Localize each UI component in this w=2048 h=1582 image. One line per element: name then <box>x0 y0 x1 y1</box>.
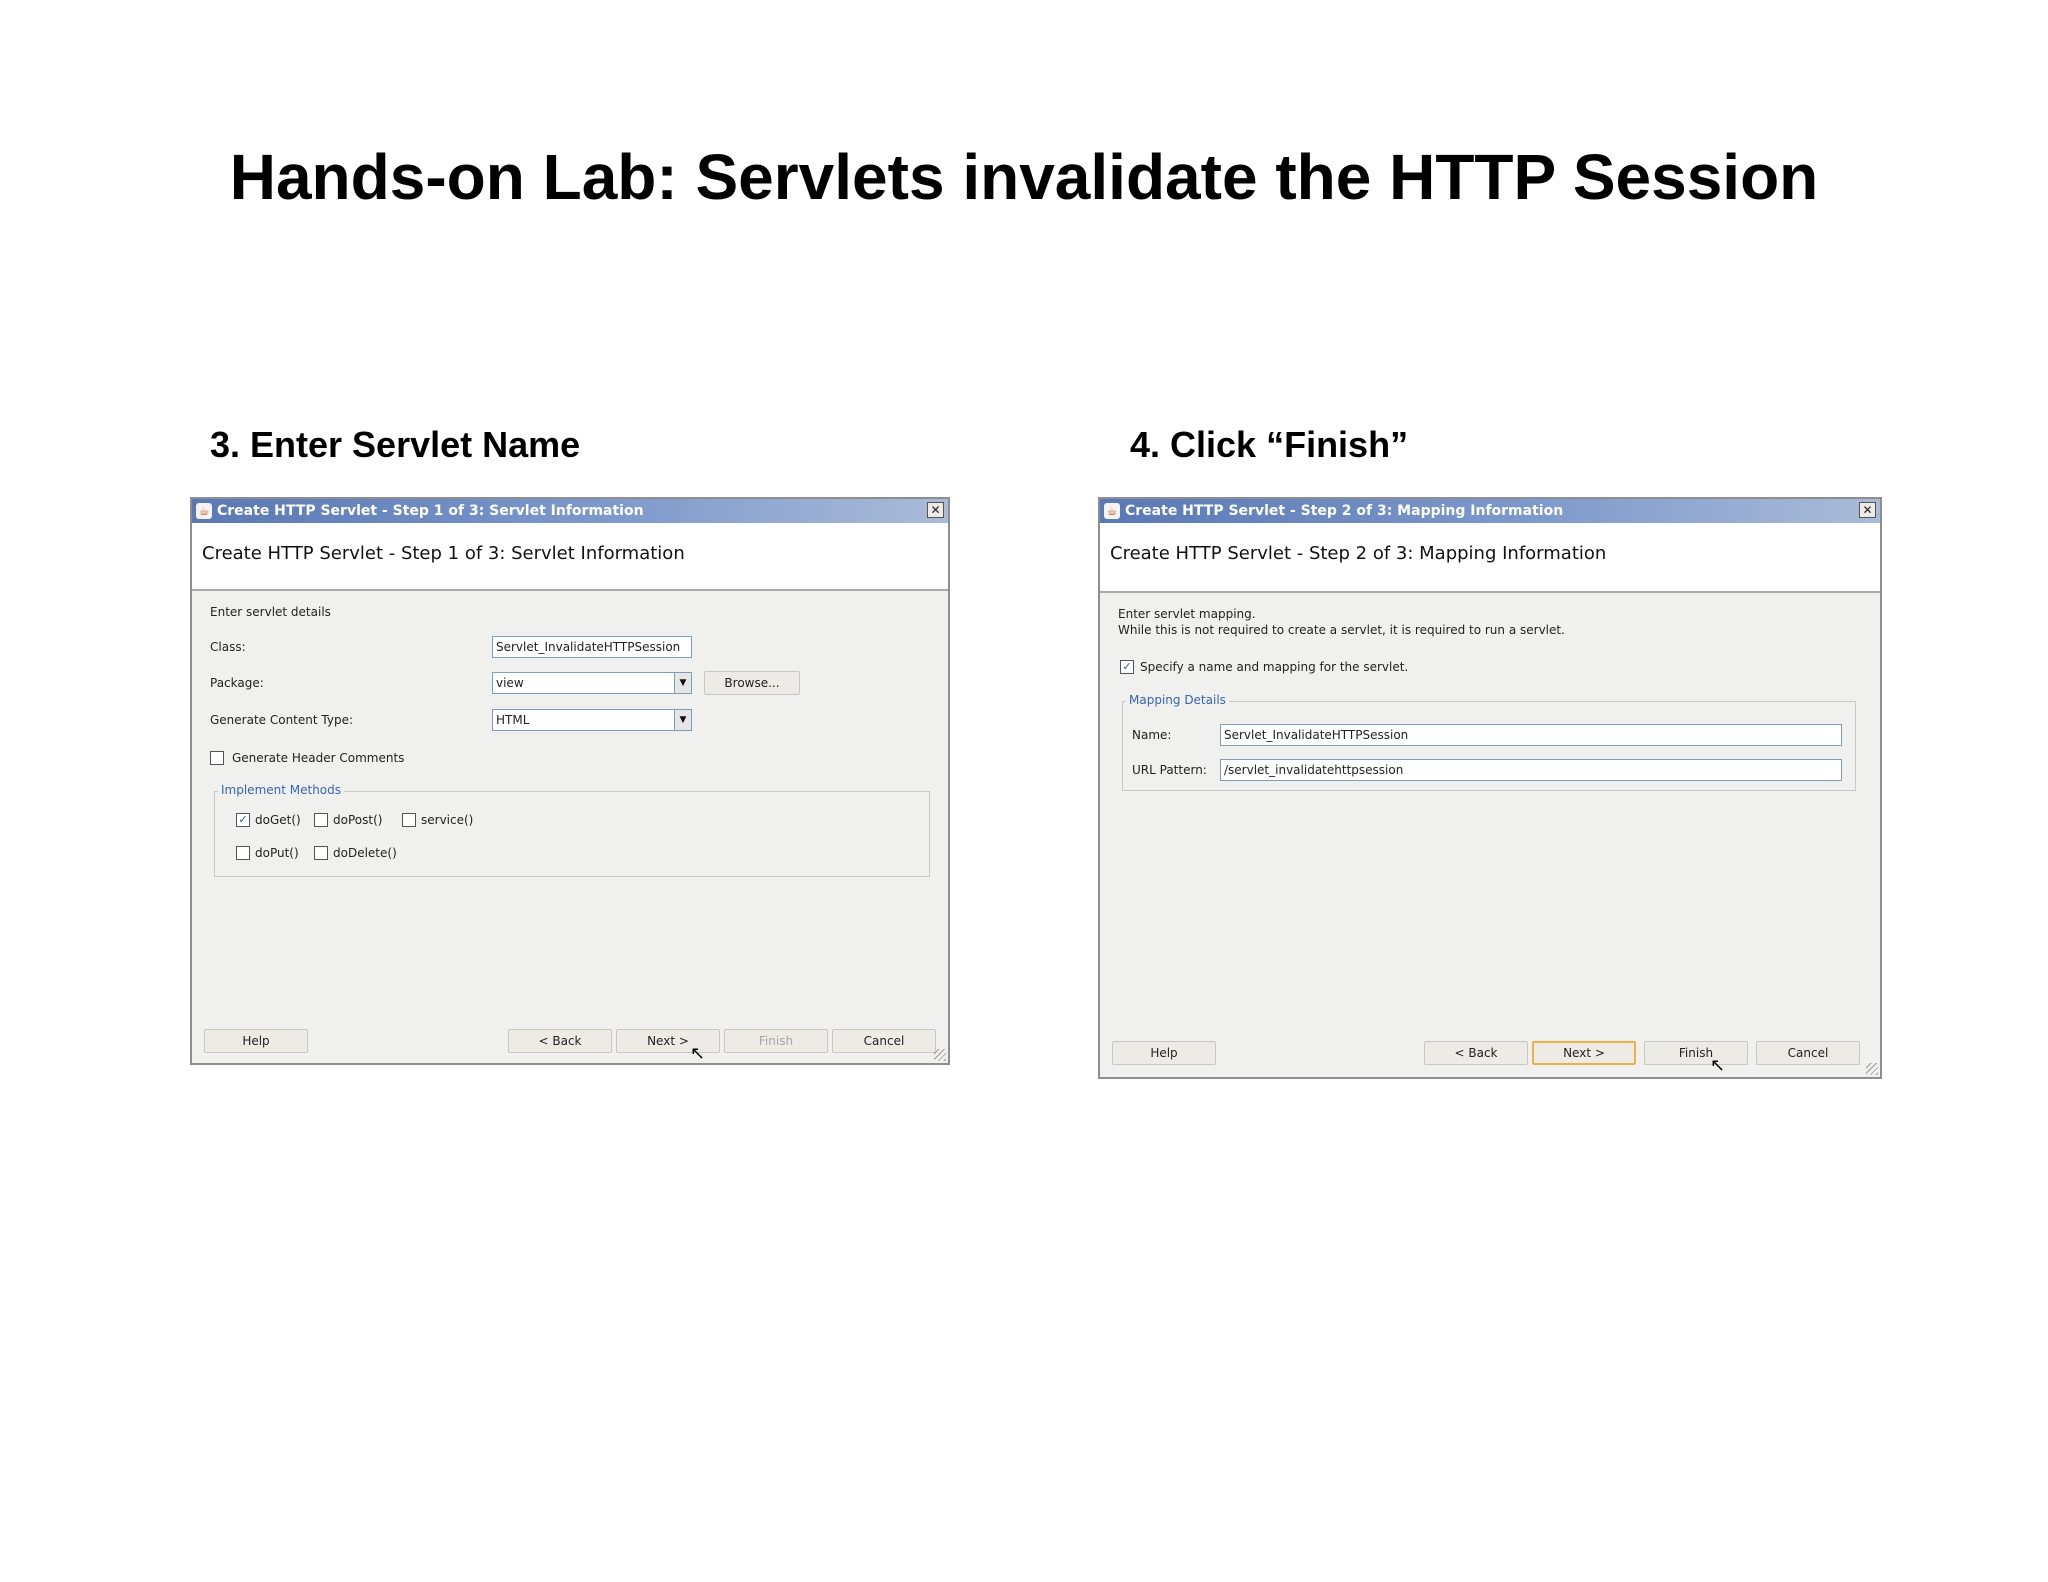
chevron-down-icon[interactable]: ▼ <box>674 673 691 693</box>
package-label: Package: <box>210 676 264 690</box>
service-checkbox[interactable] <box>402 813 416 827</box>
help-button[interactable]: Help <box>1112 1041 1216 1065</box>
back-button[interactable]: < Back <box>508 1029 612 1053</box>
dialog-header: Create HTTP Servlet - Step 1 of 3: Servl… <box>192 523 948 591</box>
implement-methods-group <box>214 791 930 877</box>
back-button[interactable]: < Back <box>1424 1041 1528 1065</box>
mouse-pointer-icon: ↖ <box>690 1043 706 1064</box>
service-label: service() <box>421 813 474 827</box>
resize-grip[interactable] <box>934 1049 946 1061</box>
class-label: Class: <box>210 640 246 654</box>
slide-title: Hands-on Lab: Servlets invalidate the HT… <box>229 141 1819 213</box>
package-value: view <box>496 676 524 690</box>
intro-line-1: Enter servlet mapping. <box>1118 607 1256 621</box>
intro-text: Enter servlet details <box>210 605 331 619</box>
finish-button[interactable]: Finish <box>1644 1041 1748 1065</box>
help-button[interactable]: Help <box>204 1029 308 1053</box>
close-button[interactable]: ✕ <box>1859 502 1876 518</box>
chevron-down-icon[interactable]: ▼ <box>674 710 691 730</box>
doput-checkbox[interactable] <box>236 846 250 860</box>
step-4-caption: 4. Click “Finish” <box>1130 424 1409 465</box>
intro-line-2: While this is not required to create a s… <box>1118 623 1565 637</box>
resize-grip[interactable] <box>1866 1063 1878 1075</box>
header-comments-label: Generate Header Comments <box>232 751 405 765</box>
cancel-button[interactable]: Cancel <box>832 1029 936 1053</box>
create-servlet-step2-dialog: ☕ Create HTTP Servlet - Step 2 of 3: Map… <box>1098 497 1882 1079</box>
create-servlet-step1-dialog: ☕ Create HTTP Servlet - Step 1 of 3: Ser… <box>190 497 950 1065</box>
next-button[interactable]: Next > <box>1532 1041 1636 1065</box>
header-comments-checkbox[interactable] <box>210 751 224 765</box>
dodelete-checkbox[interactable] <box>314 846 328 860</box>
cancel-button[interactable]: Cancel <box>1756 1041 1860 1065</box>
java-cup-icon: ☕ <box>1104 503 1120 519</box>
dialog-titlebar[interactable]: ☕ Create HTTP Servlet - Step 2 of 3: Map… <box>1100 499 1880 523</box>
doput-label: doPut() <box>255 846 299 860</box>
content-type-select[interactable]: HTML ▼ <box>492 709 692 731</box>
mapping-details-legend: Mapping Details <box>1126 693 1229 707</box>
dialog-header: Create HTTP Servlet - Step 2 of 3: Mappi… <box>1100 523 1880 593</box>
servlet-name-input[interactable]: Servlet_InvalidateHTTPSession <box>1220 724 1842 746</box>
doget-checkbox[interactable]: ✓ <box>236 813 250 827</box>
dialog-title: Create HTTP Servlet - Step 1 of 3: Servl… <box>217 503 644 519</box>
specify-mapping-label: Specify a name and mapping for the servl… <box>1140 660 1409 674</box>
mouse-pointer-icon: ↖ <box>1710 1055 1726 1076</box>
url-pattern-input[interactable]: /servlet_invalidatehttpsession <box>1220 759 1842 781</box>
name-label: Name: <box>1132 728 1172 742</box>
class-input[interactable]: Servlet_InvalidateHTTPSession <box>492 636 692 658</box>
dopost-checkbox[interactable] <box>314 813 328 827</box>
doget-label: doGet() <box>255 813 301 827</box>
dialog-title: Create HTTP Servlet - Step 2 of 3: Mappi… <box>1125 503 1564 519</box>
specify-mapping-checkbox[interactable]: ✓ <box>1120 660 1134 674</box>
implement-methods-legend: Implement Methods <box>218 783 345 797</box>
dialog-titlebar[interactable]: ☕ Create HTTP Servlet - Step 1 of 3: Ser… <box>192 499 948 523</box>
step-3-caption: 3. Enter Servlet Name <box>210 424 581 465</box>
dialog-header-text: Create HTTP Servlet - Step 1 of 3: Servl… <box>202 543 685 564</box>
close-button[interactable]: ✕ <box>927 502 944 518</box>
dopost-label: doPost() <box>333 813 383 827</box>
dialog-header-text: Create HTTP Servlet - Step 2 of 3: Mappi… <box>1110 543 1607 564</box>
dodelete-label: doDelete() <box>333 846 397 860</box>
java-cup-icon: ☕ <box>196 503 212 519</box>
finish-button[interactable]: Finish <box>724 1029 828 1053</box>
package-combo[interactable]: view ▼ <box>492 672 692 694</box>
content-type-label: Generate Content Type: <box>210 713 354 727</box>
url-pattern-label: URL Pattern: <box>1132 763 1207 777</box>
content-type-value: HTML <box>496 713 530 727</box>
browse-button[interactable]: Browse... <box>704 671 800 695</box>
